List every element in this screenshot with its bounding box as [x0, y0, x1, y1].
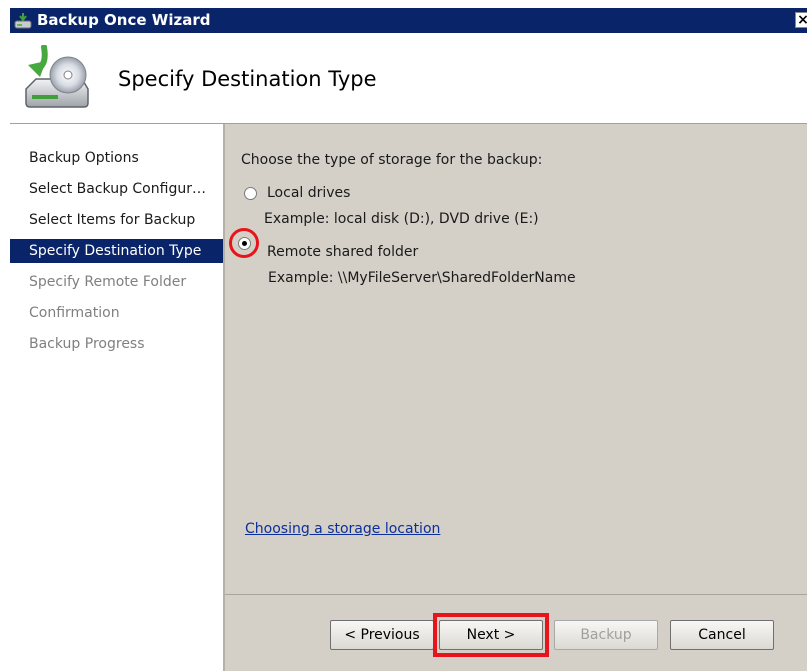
local-drives-radio[interactable] [244, 187, 257, 200]
step-specify-remote-folder: Specify Remote Folder [29, 274, 187, 290]
remote-shared-folder-label[interactable]: Remote shared folder [267, 244, 418, 260]
close-button[interactable]: × [795, 12, 807, 28]
backup-button: Backup [554, 620, 658, 650]
step-select-items-for-backup[interactable]: Select Items for Backup [10, 208, 223, 232]
storage-location-help-link[interactable]: Choosing a storage location [245, 521, 440, 537]
next-button-highlight [433, 613, 549, 657]
backup-drive-icon [25, 45, 89, 108]
page-title: Specify Destination Type [118, 67, 377, 91]
window-title: Backup Once Wizard [37, 11, 211, 29]
remote-shared-folder-example: Example: \\MyFileServer\SharedFolderName [268, 270, 576, 286]
wizard-step-list: Backup Options Select Backup Configur… S… [10, 124, 223, 671]
previous-button[interactable]: < Previous [330, 620, 434, 650]
step-backup-options[interactable]: Backup Options [10, 146, 223, 170]
local-drives-label[interactable]: Local drives [267, 185, 350, 201]
storage-type-prompt: Choose the type of storage for the backu… [241, 152, 543, 168]
step-select-backup-configuration[interactable]: Select Backup Configur… [10, 177, 223, 201]
step-backup-progress: Backup Progress [29, 336, 145, 352]
step-specify-destination-type[interactable]: Specify Destination Type [10, 239, 223, 263]
wizard-button-bar: < Previous Next > Backup Cancel [225, 594, 807, 671]
wizard-header: Specify Destination Type [10, 33, 807, 124]
step-confirmation: Confirmation [29, 305, 120, 321]
wizard-window: Backup Once Wizard × Specify Destination… [10, 8, 807, 671]
title-bar[interactable]: Backup Once Wizard × [10, 8, 807, 33]
destination-type-panel: Choose the type of storage for the backu… [225, 124, 807, 594]
radio-highlight-circle [229, 228, 259, 258]
local-drives-example: Example: local disk (D:), DVD drive (E:) [264, 211, 539, 227]
cancel-button[interactable]: Cancel [670, 620, 774, 650]
backup-app-icon [14, 13, 32, 29]
